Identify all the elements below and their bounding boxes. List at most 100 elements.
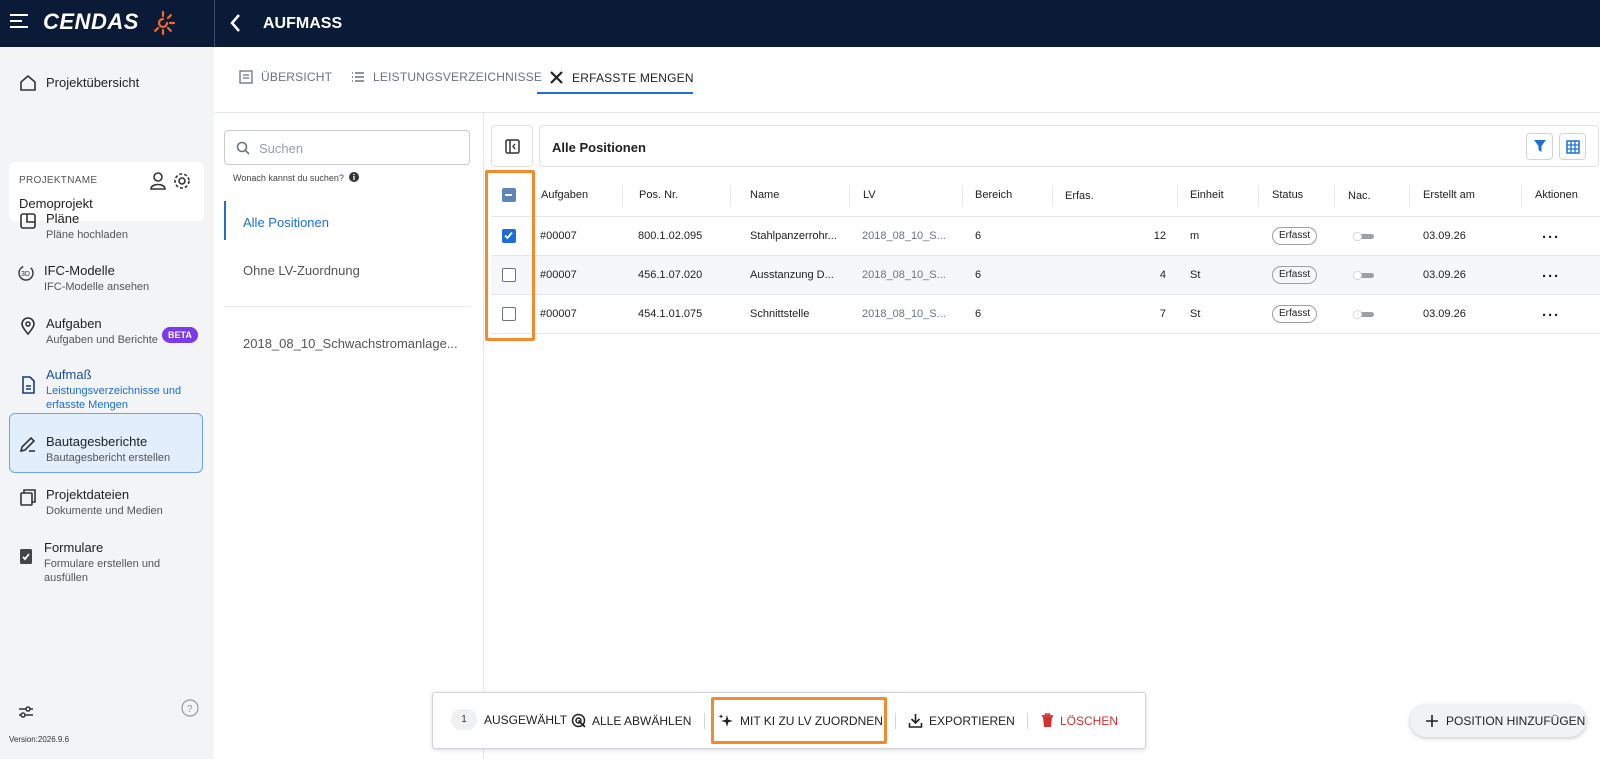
version-label: Version:2026.9.6 xyxy=(9,735,70,744)
nachtrag-toggle[interactable] xyxy=(1353,232,1375,241)
cell-erfas: 12 xyxy=(1153,230,1166,242)
filter-lv-item[interactable]: 2018_08_10_Schwachstromanlage... xyxy=(243,336,458,351)
document-icon xyxy=(22,376,35,394)
selected-label: AUSGEWÄHLT xyxy=(484,713,567,727)
cell-name: Stahlpanzerrohr... xyxy=(750,230,837,242)
tools-icon xyxy=(550,71,563,84)
tab-leistungsverzeichnisse[interactable]: LEISTUNGSVERZEICHNISSE xyxy=(351,70,542,84)
help-icon[interactable]: ? xyxy=(181,699,199,717)
action-separator xyxy=(1027,713,1028,729)
sidebar-item-formulare[interactable]: Formulare Formulare erstellen und ausfüll… xyxy=(16,540,174,585)
sidebar-item-projektdateien[interactable]: Projektdateien Dokumente und Medien xyxy=(18,487,163,518)
selection-action-bar: 1 AUSGEWÄHLT ALLE ABWÄHLEN MIT KI ZU LV … xyxy=(432,692,1146,749)
row-actions-menu-icon[interactable]: ··· xyxy=(1542,268,1560,285)
tab-label: ÜBERSICHT xyxy=(261,70,333,84)
cell-erfas: 4 xyxy=(1159,269,1166,281)
deselect-target-icon xyxy=(571,713,586,728)
column-header[interactable]: Erfas. xyxy=(1065,190,1094,202)
row-checkbox[interactable] xyxy=(502,268,516,282)
tab-bar: ÜBERSICHT LEISTUNGSVERZEICHNISSE ERFASST… xyxy=(214,47,1600,113)
column-grid-button[interactable] xyxy=(1559,133,1586,160)
cell-name: Schnittstelle xyxy=(750,308,810,320)
table-row[interactable]: #00007 456.1.07.020 Ausstanzung D... 201… xyxy=(491,256,1600,295)
column-header[interactable]: Name xyxy=(750,189,779,201)
add-position-button[interactable]: POSITION HINZUFÜGEN xyxy=(1410,705,1586,737)
pen-icon xyxy=(19,436,36,453)
row-checkbox[interactable] xyxy=(502,307,516,321)
gear-icon[interactable] xyxy=(172,171,192,191)
plus-icon xyxy=(1426,715,1438,727)
plans-icon xyxy=(20,213,36,229)
row-checkbox[interactable] xyxy=(502,229,516,243)
sidebar-item-plaene[interactable]: Pläne Pläne hochladen xyxy=(18,211,128,242)
sidebar-item-label: Pläne xyxy=(46,211,80,226)
nachtrag-toggle[interactable] xyxy=(1353,310,1375,319)
column-separator xyxy=(622,186,623,206)
table-row[interactable]: #00007 454.1.01.075 Schnittstelle 2018_0… xyxy=(491,295,1600,334)
cell-name: Ausstanzung D... xyxy=(750,269,834,281)
column-separator xyxy=(1052,186,1053,206)
export-button[interactable]: EXPORTIEREN xyxy=(908,713,1015,728)
cell-bereich: 6 xyxy=(975,269,982,281)
column-header[interactable]: Erstellt am xyxy=(1423,189,1475,201)
sidebar-item-bautagesberichte[interactable]: Bautagesberichte Bautagesbericht erstelle… xyxy=(18,434,170,465)
delete-label: LÖSCHEN xyxy=(1060,713,1119,728)
panel-toggle-icon xyxy=(505,139,520,154)
export-label: EXPORTIEREN xyxy=(929,713,1015,728)
svg-text:?: ? xyxy=(187,704,193,715)
filter-alle-positionen[interactable]: Alle Positionen xyxy=(243,215,329,230)
column-header[interactable]: Aufgaben xyxy=(541,189,588,201)
active-tab-indicator xyxy=(537,92,693,94)
cell-aufgaben[interactable]: #00007 xyxy=(540,269,577,281)
cell-aufgaben[interactable]: #00007 xyxy=(540,308,577,320)
sidebar-item-overview[interactable]: Projektübersicht xyxy=(18,73,139,93)
logo-sun-icon xyxy=(154,10,176,36)
ai-assign-lv-button[interactable]: MIT KI ZU LV ZUORDNEN xyxy=(718,713,883,729)
column-header[interactable]: Nac. xyxy=(1348,190,1371,202)
filter-ohne-lv-zuordnung[interactable]: Ohne LV-Zuordnung xyxy=(243,263,360,278)
nachtrag-toggle[interactable] xyxy=(1353,271,1375,280)
tab-erfasste-mengen[interactable]: ERFASSTE MENGEN xyxy=(549,70,694,85)
sidebar-item-ifc[interactable]: 3D IFC-Modelle IFC-Modelle ansehen xyxy=(16,263,149,294)
column-separator xyxy=(1177,186,1178,206)
row-actions-menu-icon[interactable]: ··· xyxy=(1542,229,1560,246)
column-header[interactable]: Pos. Nr. xyxy=(639,189,678,201)
project-label: PROJEKTNAME xyxy=(19,175,98,186)
settings-sliders-icon[interactable] xyxy=(17,703,35,721)
sidebar-item-label: Formulare xyxy=(44,540,104,555)
sidebar-item-label: Aufgaben xyxy=(46,316,102,331)
selected-label-text: AUSGEWÄHLT xyxy=(484,713,568,727)
cell-aufgaben[interactable]: #00007 xyxy=(540,230,577,242)
3d-icon: 3D xyxy=(18,265,34,281)
column-header[interactable]: LV xyxy=(863,189,876,201)
tab-uebersicht[interactable]: ÜBERSICHT xyxy=(239,70,332,84)
sidebar-item-sub: Pläne hochladen xyxy=(46,229,128,241)
filter-button[interactable] xyxy=(1526,133,1553,160)
header-divider xyxy=(214,0,215,47)
sidebar-item-aufgaben[interactable]: Aufgaben Aufgaben und Berichte xyxy=(18,316,158,347)
sidebar: Projektübersicht PROJEKTNAME Demoprojekt… xyxy=(0,47,214,759)
cell-einheit: m xyxy=(1190,230,1200,242)
sidebar-item-sub: Bautagesbericht erstellen xyxy=(46,452,171,464)
download-icon xyxy=(908,714,923,728)
top-bar: CENDAS AUFMASS xyxy=(0,0,1600,47)
toggle-panel-button[interactable] xyxy=(491,125,533,167)
table-row[interactable]: #00007 800.1.02.095 Stahlpanzerrohr... 2… xyxy=(491,217,1600,256)
cell-lv: 2018_08_10_S... xyxy=(862,269,946,281)
delete-button[interactable]: LÖSCHEN xyxy=(1041,713,1118,728)
deselect-all-button[interactable]: ALLE ABWÄHLEN xyxy=(571,713,691,728)
row-actions-menu-icon[interactable]: ··· xyxy=(1542,307,1560,324)
table-toolbar: Alle Positionen xyxy=(539,125,1599,167)
search-input[interactable]: Suchen xyxy=(224,130,470,165)
info-icon[interactable] xyxy=(349,172,360,182)
user-icon[interactable] xyxy=(149,171,167,191)
select-all-checkbox[interactable] xyxy=(502,188,516,202)
column-header[interactable]: Status xyxy=(1272,189,1303,201)
svg-text:3D: 3D xyxy=(21,271,30,278)
column-header[interactable]: Einheit xyxy=(1190,189,1224,201)
back-arrow-icon[interactable] xyxy=(226,11,246,35)
menu-icon[interactable] xyxy=(10,14,28,30)
beta-badge: BETA xyxy=(162,327,198,343)
column-header[interactable]: Bereich xyxy=(975,189,1012,201)
column-header[interactable]: Aktionen xyxy=(1535,189,1578,201)
